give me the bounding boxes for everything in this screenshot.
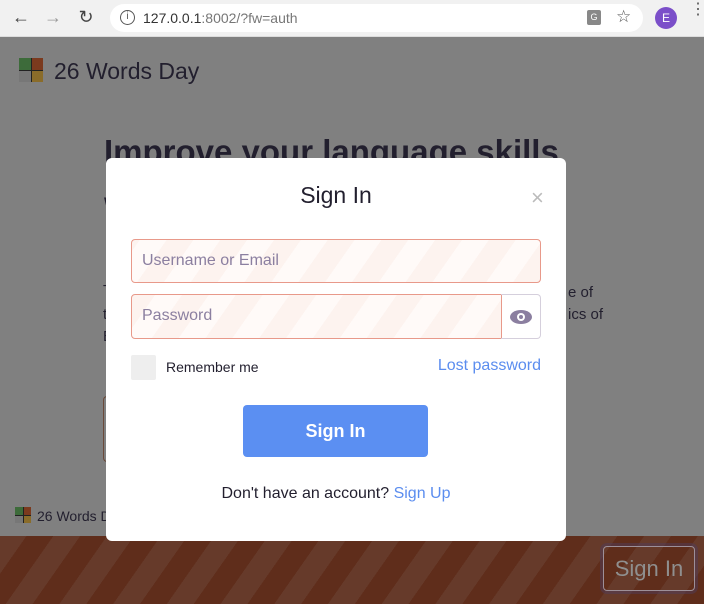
text-fragment: ics of: [568, 306, 604, 323]
striped-band: [0, 536, 704, 604]
info-icon[interactable]: i: [120, 10, 135, 25]
avatar[interactable]: E: [655, 7, 677, 29]
sign-up-link[interactable]: Sign Up: [394, 485, 451, 502]
sign-in-button[interactable]: Sign In: [243, 405, 428, 457]
url-text: 127.0.0.1:8002/?fw=auth: [143, 10, 298, 26]
url-host: 127.0.0.1: [143, 10, 202, 26]
modal-title: Sign In: [300, 182, 372, 208]
menu-icon[interactable]: ⋮: [690, 2, 704, 18]
translate-icon[interactable]: G: [587, 10, 601, 25]
back-icon[interactable]: ←: [10, 7, 32, 28]
close-icon[interactable]: ×: [531, 185, 544, 211]
no-account-text: Don't have an account?: [221, 485, 390, 502]
lost-password-link[interactable]: Lost password: [438, 357, 541, 375]
url-path: :8002/?fw=auth: [201, 10, 298, 26]
sign-in-modal: Sign In × Username or Email Password Rem…: [106, 158, 566, 541]
show-password-button[interactable]: [501, 294, 541, 339]
address-bar[interactable]: i 127.0.0.1:8002/?fw=auth G ☆: [110, 4, 643, 32]
reload-icon[interactable]: ↻: [75, 7, 97, 28]
footer-brand: 26 Words D: [37, 508, 111, 524]
password-input[interactable]: Password: [131, 294, 502, 339]
signup-prompt: Don't have an account? Sign Up: [106, 485, 566, 503]
username-input[interactable]: Username or Email: [131, 239, 541, 283]
text-fragment: e of: [568, 284, 594, 301]
brand-name[interactable]: 26 Words Day: [54, 58, 199, 85]
browser-toolbar: ← → ↻ i 127.0.0.1:8002/?fw=auth G ☆ E ⋮: [0, 0, 704, 37]
eye-icon: [510, 310, 532, 324]
remember-me-checkbox[interactable]: [131, 355, 156, 380]
remember-me-label[interactable]: Remember me: [166, 359, 259, 375]
logo-icon: [19, 58, 43, 82]
forward-icon[interactable]: →: [42, 7, 64, 28]
footer-logo-icon: [15, 507, 31, 523]
star-icon[interactable]: ☆: [616, 7, 631, 27]
background-sign-in-button[interactable]: Sign In: [603, 546, 695, 591]
